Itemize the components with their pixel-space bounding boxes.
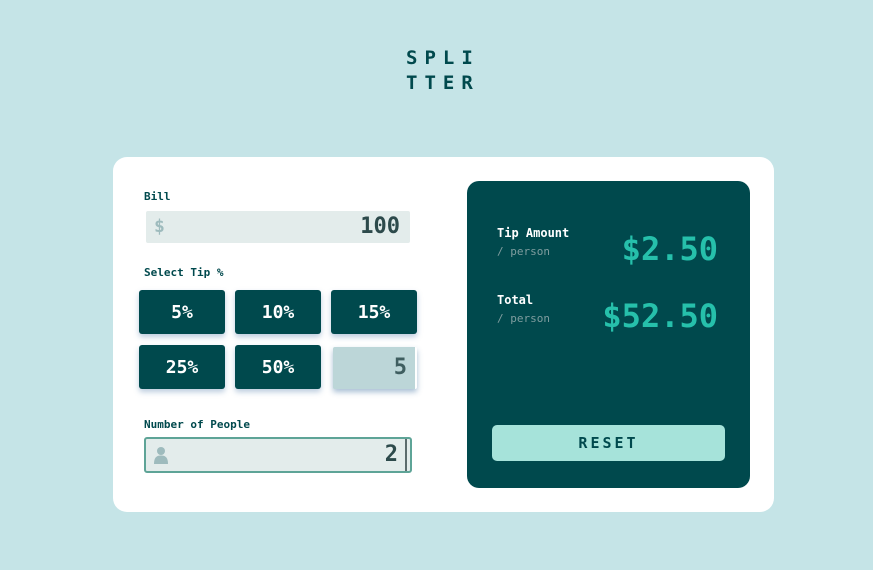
tip-button-15[interactable]: 15% <box>331 290 417 334</box>
select-tip-label: Select Tip % <box>144 266 224 279</box>
tip-amount-title: Tip Amount <box>497 226 570 240</box>
bill-value: 100 <box>360 214 400 239</box>
person-icon <box>154 447 168 464</box>
total-title: Total <box>497 293 534 307</box>
reset-button[interactable]: RESET <box>492 425 725 461</box>
custom-tip-value: 5 <box>393 355 407 380</box>
tip-button-25[interactable]: 25% <box>139 345 225 389</box>
tip-amount-value: $2.50 <box>621 230 718 268</box>
tip-button-5[interactable]: 5% <box>139 290 225 334</box>
people-input[interactable]: 2 <box>144 437 412 473</box>
people-label: Number of People <box>144 418 250 431</box>
calculator-card: Bill $ 100 Select Tip % 5% 10% 15% 25% 5… <box>113 157 774 512</box>
tip-button-50[interactable]: 50% <box>235 345 321 389</box>
tip-button-10[interactable]: 10% <box>235 290 321 334</box>
tip-amount-subtitle: / person <box>497 245 550 258</box>
text-cursor <box>405 439 407 471</box>
dollar-icon: $ <box>154 216 165 237</box>
people-value: 2 <box>384 442 398 467</box>
result-panel: Tip Amount / person $2.50 Total / person… <box>467 181 750 488</box>
total-value: $52.50 <box>602 297 718 335</box>
app-logo: SPLITTER <box>406 47 480 94</box>
total-subtitle: / person <box>497 312 550 325</box>
bill-label: Bill <box>144 190 171 203</box>
custom-tip-input[interactable]: 5 <box>333 347 417 389</box>
bill-input[interactable]: $ 100 <box>146 211 410 243</box>
